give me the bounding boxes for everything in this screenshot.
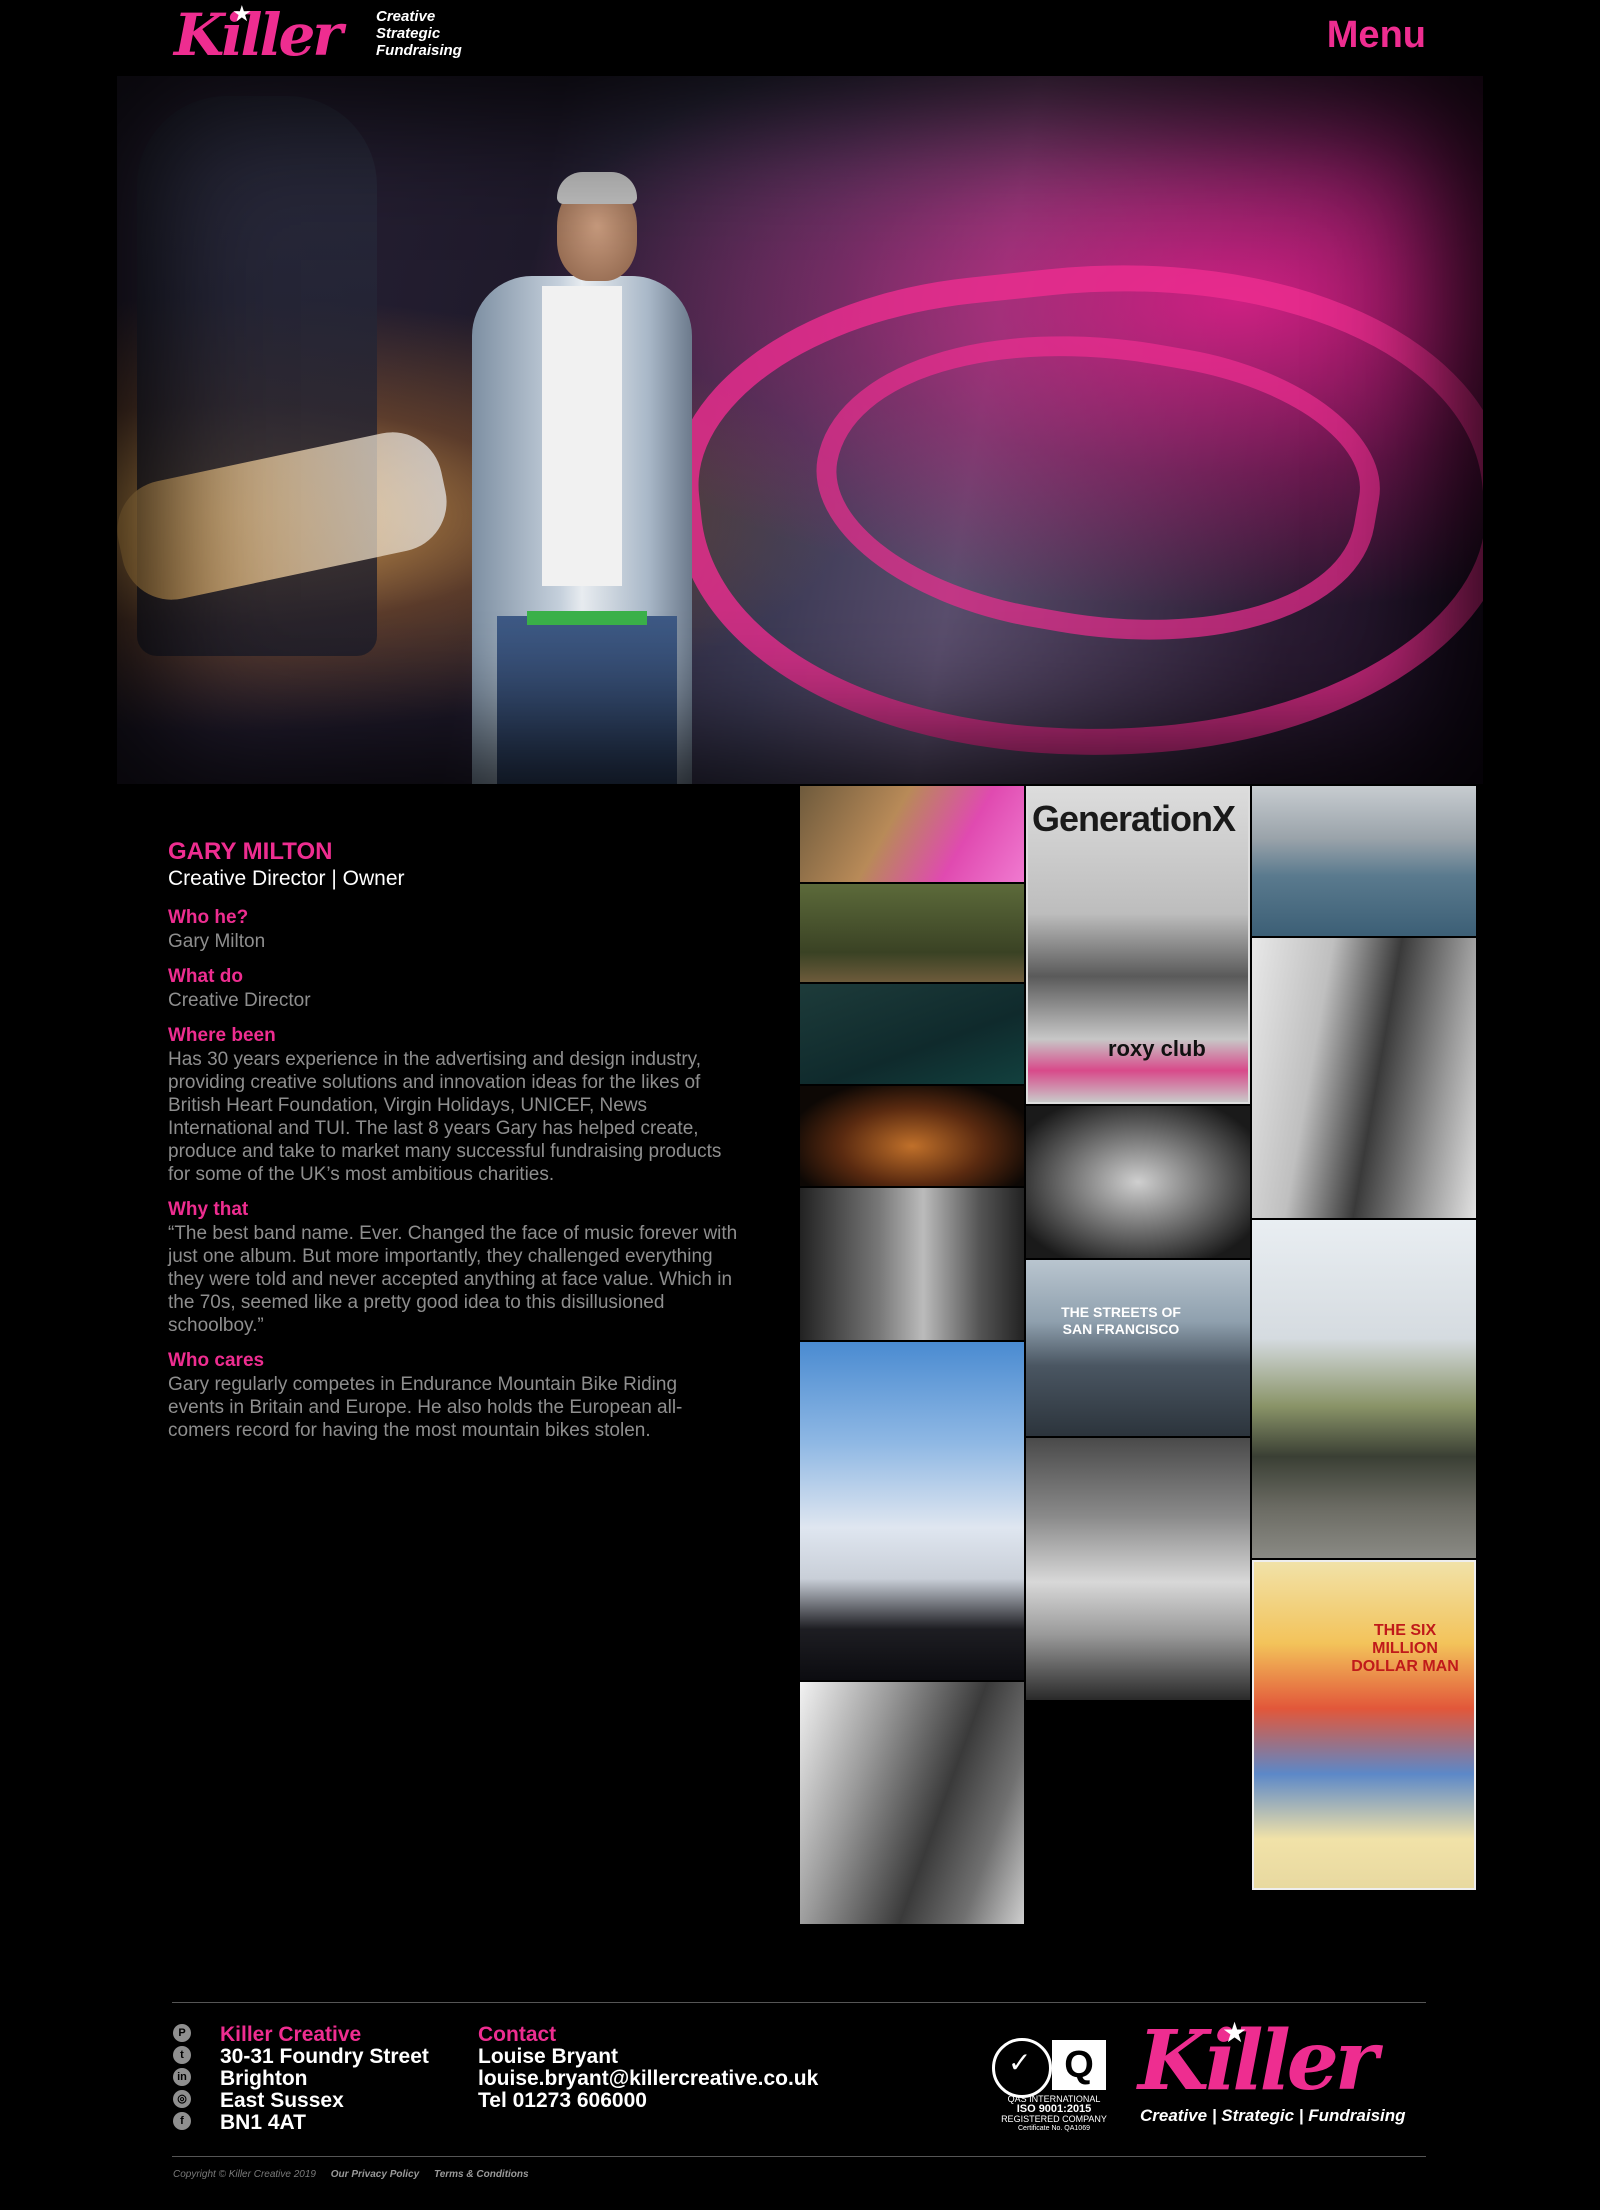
check-icon: ✓ (1008, 2046, 1032, 2079)
contact-email-link[interactable]: louise.bryant@killercreative.co.uk (478, 2068, 818, 2090)
sf-caption: THE STREETS OF SAN FRANCISCO (1061, 1304, 1181, 1337)
pinterest-icon[interactable]: P (173, 2024, 191, 2042)
star-icon: ★ (232, 2, 252, 27)
social-links: P t in ◎ f (173, 2024, 193, 2134)
gallery-image-river-bridge (1252, 786, 1476, 936)
contact-name: Louise Bryant (478, 2045, 619, 2068)
logo-tag-line: Strategic (376, 25, 441, 42)
gallery-image-san-francisco: THE STREETS OF SAN FRANCISCO (1026, 1260, 1250, 1436)
footer-divider (172, 2156, 1426, 2157)
contact-title: Contact (478, 2023, 557, 2046)
comic-title: THE SIX MILLION DOLLAR MAN (1351, 1622, 1459, 1675)
instagram-icon[interactable]: ◎ (173, 2090, 191, 2108)
footer-contact: Contact Louise Bryant louise.bryant@kill… (478, 2024, 818, 2112)
iso-text-line: REGISTERED COMPANY (1001, 2114, 1107, 2124)
twitter-icon[interactable]: t (173, 2046, 191, 2064)
iso-text-line: Certificate No. QA1069 (1018, 2125, 1090, 2132)
footer-logo-tagline: Creative | Strategic | Fundraising (1140, 2106, 1406, 2125)
bio-question: Why that (168, 1199, 249, 1220)
contact-phone[interactable]: Tel 01273 606000 (478, 2090, 818, 2112)
bio-question: Who he? (168, 907, 249, 928)
influences-gallery: GenerationX roxy club THE STREETS OF SAN… (800, 784, 1476, 1924)
site-logo[interactable]: Killer ★ Creative Strategic Fundraising (174, 1, 474, 69)
address-line: 30-31 Foundry Street (220, 2045, 429, 2068)
gallery-image-jungle-soldier (800, 984, 1024, 1084)
gallery-image-couple-bw (800, 1188, 1024, 1340)
bio-question: Where been (168, 1025, 276, 1046)
logo-tagline: Creative Strategic Fundraising (376, 8, 462, 59)
footer-logo-wordmark: Killer (1138, 2013, 1378, 2109)
gallery-image-comic-ad: THE SIX MILLION DOLLAR MAN (1252, 1560, 1476, 1890)
star-icon: ★ (1222, 2016, 1248, 2049)
legal-bar: Copyright © Killer Creative 2019 Our Pri… (173, 2169, 529, 2180)
bio-role: Creative Director | Owner (168, 867, 405, 890)
bio-question: What do (168, 966, 243, 987)
gallery-image-convertible-bw (1026, 1438, 1250, 1700)
bio-answer: “The best band name. Ever. Changed the f… (168, 1223, 738, 1336)
logo-wordmark: Killer (174, 1, 343, 69)
copyright-text: Copyright © Killer Creative 2019 (173, 2169, 316, 2180)
hero-image (117, 76, 1483, 784)
terms-link[interactable]: Terms & Conditions (434, 2169, 529, 2180)
privacy-policy-link[interactable]: Our Privacy Policy (331, 2169, 419, 2180)
bio-section: Who he? Gary Milton (168, 906, 738, 953)
bio-section: What do Creative Director (168, 965, 738, 1012)
hero-vignette (117, 76, 1483, 784)
bio-section: Why that “The best band name. Ever. Chan… (168, 1198, 738, 1337)
address-line: BN1 4AT (220, 2111, 306, 2134)
address-line: East Sussex (220, 2089, 344, 2112)
gallery-image-woman-bw (1252, 938, 1476, 1218)
iso-text-line: ISO 9001:2015 (1016, 2103, 1092, 2115)
gallery-image-generation-x-poster: GenerationX roxy club (1026, 786, 1250, 1104)
gallery-image-sunglasses-bw (800, 1682, 1024, 1924)
menu-button[interactable]: Menu (1327, 14, 1426, 57)
bio-answer: Gary Milton (168, 931, 266, 952)
bio-name: GARY MILTON (168, 838, 333, 865)
bio-section: Who cares Gary regularly competes in End… (168, 1349, 738, 1442)
gallery-image-soldiers (800, 884, 1024, 982)
footer-address: Killer Creative 30-31 Foundry Street Bri… (220, 2024, 429, 2134)
site-header: Killer ★ Creative Strategic Fundraising … (0, 0, 1600, 75)
footer-company: Killer Creative (220, 2023, 362, 2046)
gallery-image-miami-vice (800, 1342, 1024, 1680)
facebook-icon[interactable]: f (173, 2112, 191, 2130)
linkedin-icon[interactable]: in (173, 2068, 191, 2086)
bio-answer: Gary regularly competes in Endurance Mou… (168, 1374, 683, 1441)
address-line: Brighton (220, 2067, 308, 2090)
logo-tag-line: Fundraising (376, 42, 462, 59)
bio-panel: GARY MILTON Creative Director | Owner Wh… (168, 838, 738, 1454)
gallery-image-land-rover (1252, 1220, 1476, 1558)
iso-text: QAS INTERNATIONAL ISO 9001:2015 REGISTER… (990, 2094, 1118, 2134)
logo-tag-line: Creative (376, 8, 436, 25)
poster-title: GenerationX (1032, 798, 1236, 839)
gallery-image-cowboy-smoking (1026, 1106, 1250, 1258)
quality-q-icon: Q (1052, 2040, 1106, 2090)
bio-answer: Creative Director (168, 990, 311, 1011)
gallery-image-face-closeup (800, 1086, 1024, 1186)
gallery-image-smoke-flare (800, 786, 1024, 882)
poster-subtitle: roxy club (1108, 1036, 1206, 1061)
bio-section: Where been Has 30 years experience in th… (168, 1024, 738, 1186)
bio-question: Who cares (168, 1350, 265, 1371)
footer-divider (172, 2002, 1426, 2003)
iso-badge: ✓ Q QAS INTERNATIONAL ISO 9001:2015 REGI… (990, 2034, 1118, 2132)
bio-answer: Has 30 years experience in the advertisi… (168, 1049, 722, 1185)
footer-logo[interactable]: Killer ★ Creative | Strategic | Fundrais… (1138, 2013, 1428, 2132)
